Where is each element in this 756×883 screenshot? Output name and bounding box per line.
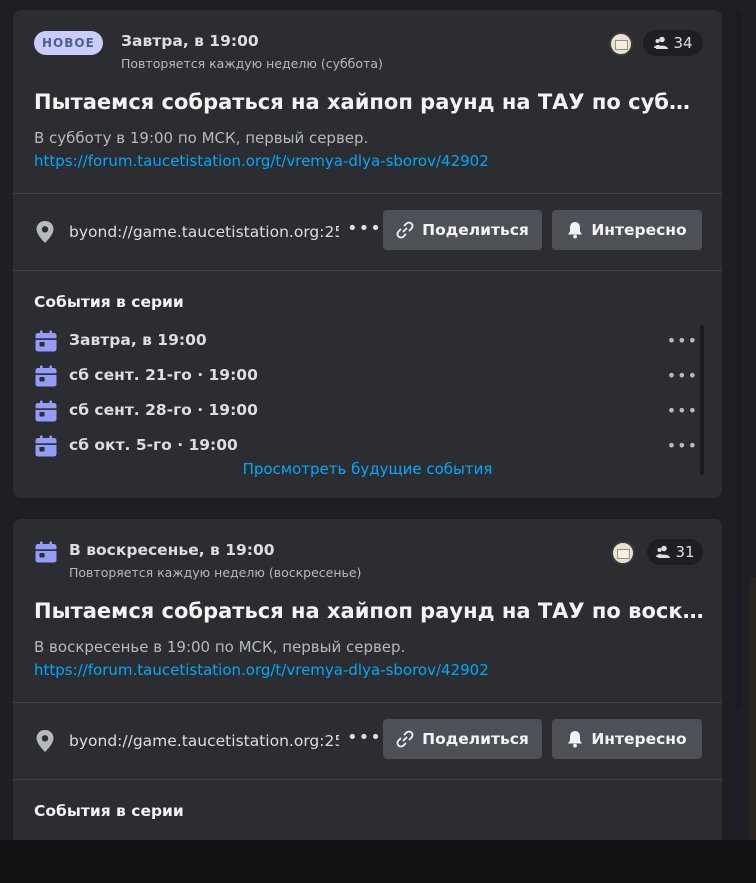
calendar-icon: [35, 541, 57, 563]
more-options-button[interactable]: •••: [347, 220, 381, 242]
right-edge: [742, 0, 756, 840]
more-icon[interactable]: •••: [667, 366, 698, 385]
share-button[interactable]: Поделиться: [383, 719, 542, 759]
creator-avatar[interactable]: [609, 32, 633, 56]
creator-avatar[interactable]: [611, 541, 635, 565]
series-item[interactable]: сб окт. 5-го · 19:00 •••: [34, 428, 699, 463]
link-icon: [396, 221, 414, 239]
series-section: События в серии: [13, 780, 722, 840]
event-time: В воскресенье, в 19:00: [69, 541, 275, 559]
interested-count-value: 34: [673, 34, 693, 52]
series-item-label: сб сент. 21-го · 19:00: [69, 366, 258, 384]
interest-button[interactable]: Интересно: [552, 210, 702, 250]
series-item-label: сб сент. 28-го · 19:00: [69, 401, 258, 419]
series-title: События в серии: [34, 293, 184, 311]
event-header: В воскресенье, в 19:00 Повторяется кажду…: [13, 519, 722, 702]
series-item[interactable]: Завтра, в 19:00 •••: [34, 323, 699, 358]
series-item-label: сб окт. 5-го · 19:00: [69, 436, 238, 454]
series-scrollbar[interactable]: [700, 325, 704, 475]
location-pin-icon: [36, 221, 54, 243]
location-pin-icon: [36, 730, 54, 752]
event-location[interactable]: byond://game.taucetistation.org:2506: [69, 732, 339, 750]
more-icon[interactable]: •••: [667, 436, 698, 455]
event-link[interactable]: https://forum.taucetistation.org/t/vremy…: [34, 152, 489, 170]
bell-icon: [568, 731, 583, 748]
event-header: НОВОЕ Завтра, в 19:00 Повторяется каждую…: [13, 10, 722, 193]
interest-button-label: Интересно: [591, 730, 687, 748]
people-icon: [654, 36, 669, 49]
interested-count[interactable]: 31: [647, 539, 703, 565]
events-list: НОВОЕ Завтра, в 19:00 Повторяется каждую…: [0, 0, 740, 840]
calendar-icon: [35, 365, 57, 387]
calendar-icon: [35, 400, 57, 422]
share-button-label: Поделиться: [422, 730, 529, 748]
event-title: Пытаемся собраться на хайпоп раунд на ТА…: [34, 599, 704, 623]
bell-icon: [568, 222, 583, 239]
event-title: Пытаемся собраться на хайпоп раунд на ТА…: [34, 90, 704, 114]
event-recurrence: Повторяется каждую неделю (суббота): [121, 56, 383, 71]
more-icon[interactable]: •••: [667, 401, 698, 420]
event-actions: byond://game.taucetistation.org:2506 •••…: [13, 194, 722, 270]
interested-count[interactable]: 34: [643, 30, 703, 56]
people-icon: [656, 545, 671, 558]
series-item[interactable]: сб сент. 28-го · 19:00 •••: [34, 393, 699, 428]
event-link[interactable]: https://forum.taucetistation.org/t/vremy…: [34, 661, 489, 679]
series-title: События в серии: [34, 802, 184, 820]
view-future-events-link[interactable]: Просмотреть будущие события: [13, 460, 722, 478]
event-location[interactable]: byond://game.taucetistation.org:2506: [69, 223, 339, 241]
series-item[interactable]: сб сент. 21-го · 19:00 •••: [34, 358, 699, 393]
new-badge: НОВОЕ: [34, 31, 103, 55]
event-card[interactable]: В воскресенье, в 19:00 Повторяется кажду…: [13, 519, 722, 840]
more-options-button[interactable]: •••: [347, 729, 381, 751]
bottom-bar: [0, 840, 756, 883]
share-button[interactable]: Поделиться: [383, 210, 542, 250]
calendar-icon: [35, 330, 57, 352]
event-recurrence: Повторяется каждую неделю (воскресенье): [69, 565, 362, 580]
series-section: События в серии Завтра, в 19:00 ••• сб с…: [13, 271, 722, 498]
interest-button[interactable]: Интересно: [552, 719, 702, 759]
more-icon[interactable]: •••: [667, 331, 698, 350]
event-description: В воскресенье в 19:00 по МСК, первый сер…: [34, 638, 406, 656]
series-list: Завтра, в 19:00 ••• сб сент. 21-го · 19:…: [34, 323, 699, 463]
series-item-label: Завтра, в 19:00: [69, 331, 207, 349]
event-actions: byond://game.taucetistation.org:2506 •••…: [13, 703, 722, 779]
event-description: В субботу в 19:00 по МСК, первый сервер.: [34, 129, 369, 147]
link-icon: [396, 730, 414, 748]
interested-count-value: 31: [675, 543, 695, 561]
page-scrollbar[interactable]: [736, 10, 741, 710]
event-time: Завтра, в 19:00: [121, 32, 259, 50]
event-card[interactable]: НОВОЕ Завтра, в 19:00 Повторяется каждую…: [13, 10, 722, 498]
interest-button-label: Интересно: [591, 221, 687, 239]
share-button-label: Поделиться: [422, 221, 529, 239]
calendar-icon: [35, 435, 57, 457]
